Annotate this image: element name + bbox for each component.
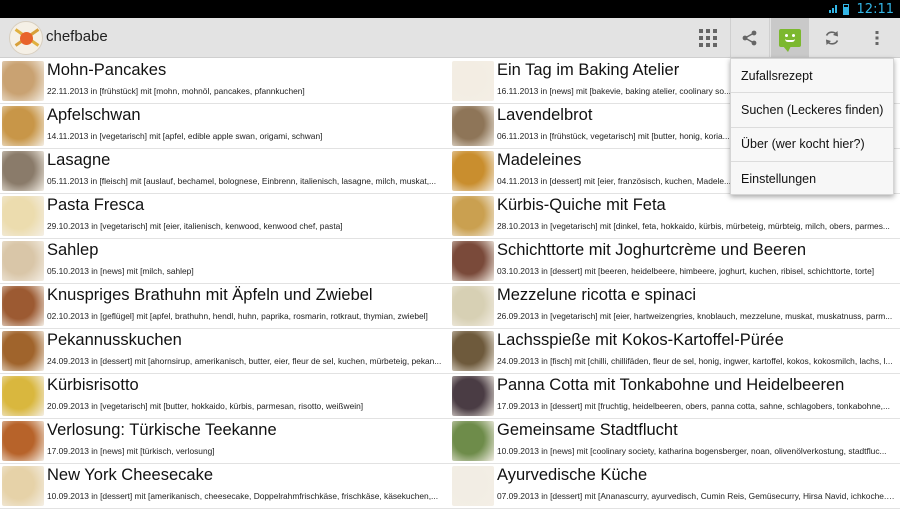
recipe-item[interactable]: Mezzelune ricotta e spinaci 26.09.2013 in…: [450, 284, 900, 329]
share-button[interactable]: [730, 18, 770, 58]
recipe-thumbnail: [2, 331, 44, 371]
recipe-meta: 03.10.2013 in [dessert] mit [beeren, hei…: [497, 266, 875, 276]
recipe-title: Sahlep: [47, 241, 99, 259]
battery-icon: [842, 3, 849, 15]
overflow-button[interactable]: [862, 18, 892, 58]
recipe-thumbnail: [452, 376, 494, 416]
recipe-title: Verlosung: Türkische Teekanne: [47, 421, 277, 439]
recipe-thumbnail: [452, 61, 494, 101]
grid-button[interactable]: [692, 18, 724, 58]
grid-icon: [699, 29, 717, 47]
message-icon: [779, 29, 801, 52]
recipe-meta: 28.10.2013 in [vegetarisch] mit [dinkel,…: [497, 221, 890, 231]
menu-item-einstellungen[interactable]: Einstellungen: [731, 162, 893, 196]
signal-icon: [828, 4, 839, 14]
refresh-icon: [825, 31, 839, 45]
app-logo-icon[interactable]: [9, 21, 43, 55]
recipe-title: Kürbisrisotto: [47, 376, 139, 394]
recipe-thumbnail: [2, 61, 44, 101]
message-button[interactable]: [771, 18, 809, 58]
recipe-meta: 24.09.2013 in [dessert] mit [ahornsirup,…: [47, 356, 442, 366]
recipe-meta: 10.09.2013 in [dessert] mit [amerikanisc…: [47, 491, 439, 501]
recipe-title: Pasta Fresca: [47, 196, 145, 214]
status-bar: 12:11: [0, 0, 900, 18]
recipe-meta: 05.10.2013 in [news] mit [milch, sahlep]: [47, 266, 194, 276]
recipe-thumbnail: [2, 421, 44, 461]
recipe-title: Panna Cotta mit Tonkabohne und Heidelbee…: [497, 376, 845, 394]
action-bar: chefbabe: [0, 18, 900, 58]
recipe-item[interactable]: Panna Cotta mit Tonkabohne und Heidelbee…: [450, 374, 900, 419]
share-icon: [742, 30, 757, 46]
app-title: chefbabe: [46, 28, 108, 45]
recipe-meta: 14.11.2013 in [vegetarisch] mit [apfel, …: [47, 131, 323, 141]
recipe-title: Lavendelbrot: [497, 106, 593, 124]
recipe-item[interactable]: Kürbisrisotto 20.09.2013 in [vegetarisch]…: [0, 374, 450, 419]
recipe-meta: 20.09.2013 in [vegetarisch] mit [butter,…: [47, 401, 364, 411]
recipe-title: Ein Tag im Baking Atelier: [497, 61, 680, 79]
recipe-item[interactable]: Schichttorte mit Joghurtcrème und Beeren…: [450, 239, 900, 284]
recipe-thumbnail: [2, 106, 44, 146]
recipe-meta: 29.10.2013 in [vegetarisch] mit [eier, i…: [47, 221, 343, 231]
recipe-item[interactable]: Lachsspieße mit Kokos-Kartoffel-Pürée 24.…: [450, 329, 900, 374]
recipe-title: Gemeinsame Stadtflucht: [497, 421, 678, 439]
recipe-item[interactable]: Sahlep 05.10.2013 in [news] mit [milch, s…: [0, 239, 450, 284]
recipe-item[interactable]: Pasta Fresca 29.10.2013 in [vegetarisch] …: [0, 194, 450, 239]
recipe-meta: 22.11.2013 in [frühstück] mit [mohn, moh…: [47, 86, 305, 96]
recipe-thumbnail: [2, 286, 44, 326]
recipe-meta: 17.09.2013 in [news] mit [türkisch, verl…: [47, 446, 215, 456]
recipe-meta: 05.11.2013 in [fleisch] mit [auslauf, be…: [47, 176, 437, 186]
recipe-item[interactable]: Gemeinsame Stadtflucht 10.09.2013 in [new…: [450, 419, 900, 464]
recipe-thumbnail: [452, 196, 494, 236]
recipe-item[interactable]: Knuspriges Brathuhn mit Äpfeln und Zwieb…: [0, 284, 450, 329]
recipe-title: Pekannusskuchen: [47, 331, 182, 349]
recipe-thumbnail: [452, 331, 494, 371]
recipe-item[interactable]: Apfelschwan 14.11.2013 in [vegetarisch] m…: [0, 104, 450, 149]
recipe-title: Apfelschwan: [47, 106, 141, 124]
recipe-meta: 17.09.2013 in [dessert] mit [fruchtig, h…: [497, 401, 890, 411]
overflow-icon: [875, 31, 879, 45]
recipe-thumbnail: [452, 151, 494, 191]
recipe-thumbnail: [2, 466, 44, 506]
menu-item-ueber[interactable]: Über (wer kocht hier?): [731, 128, 893, 162]
recipe-item[interactable]: Pekannusskuchen 24.09.2013 in [dessert] m…: [0, 329, 450, 374]
menu-item-suchen[interactable]: Suchen (Leckeres finden): [731, 93, 893, 128]
recipe-thumbnail: [452, 106, 494, 146]
recipe-item[interactable]: Lasagne 05.11.2013 in [fleisch] mit [ausl…: [0, 149, 450, 194]
recipe-thumbnail: [2, 376, 44, 416]
recipe-meta: 02.10.2013 in [geflügel] mit [apfel, bra…: [47, 311, 428, 321]
recipe-title: Ayurvedische Küche: [497, 466, 648, 484]
recipe-meta: 10.09.2013 in [news] mit [coolinary soci…: [497, 446, 887, 456]
recipe-title: Mohn-Pancakes: [47, 61, 167, 79]
menu-item-zufallsrezept[interactable]: Zufallsrezept: [731, 59, 893, 94]
recipe-meta: 24.09.2013 in [fisch] mit [chilli, chill…: [497, 356, 893, 366]
status-icons: 12:11: [828, 0, 894, 18]
recipe-item[interactable]: Ayurvedische Küche 07.09.2013 in [dessert…: [450, 464, 900, 509]
recipe-thumbnail: [452, 466, 494, 506]
recipe-title: Mezzelune ricotta e spinaci: [497, 286, 697, 304]
recipe-thumbnail: [452, 286, 494, 326]
recipe-item[interactable]: New York Cheesecake 10.09.2013 in [desser…: [0, 464, 450, 509]
status-clock: 12:11: [856, 1, 894, 17]
recipe-thumbnail: [2, 151, 44, 191]
overflow-menu: Zufallsrezept Suchen (Leckeres finden) Ü…: [730, 58, 894, 195]
refresh-button[interactable]: [816, 18, 848, 58]
recipe-title: Lachsspieße mit Kokos-Kartoffel-Pürée: [497, 331, 784, 349]
recipe-thumbnail: [2, 241, 44, 281]
recipe-title: Kürbis-Quiche mit Feta: [497, 196, 666, 214]
recipe-item[interactable]: Kürbis-Quiche mit Feta 28.10.2013 in [veg…: [450, 194, 900, 239]
recipe-title: Schichttorte mit Joghurtcrème und Beeren: [497, 241, 807, 259]
recipe-item[interactable]: Verlosung: Türkische Teekanne 17.09.2013 …: [0, 419, 450, 464]
recipe-item[interactable]: Mohn-Pancakes 22.11.2013 in [frühstück] m…: [0, 59, 450, 104]
recipe-title: Lasagne: [47, 151, 111, 169]
recipe-title: New York Cheesecake: [47, 466, 214, 484]
recipe-thumbnail: [452, 241, 494, 281]
recipe-meta: 26.09.2013 in [vegetarisch] mit [eier, h…: [497, 311, 893, 321]
recipe-title: Knuspriges Brathuhn mit Äpfeln und Zwieb…: [47, 286, 373, 304]
recipe-meta: 07.09.2013 in [dessert] mit [Ananascurry…: [497, 491, 895, 501]
recipe-title: Madeleines: [497, 151, 582, 169]
recipe-thumbnail: [2, 196, 44, 236]
recipe-thumbnail: [452, 421, 494, 461]
